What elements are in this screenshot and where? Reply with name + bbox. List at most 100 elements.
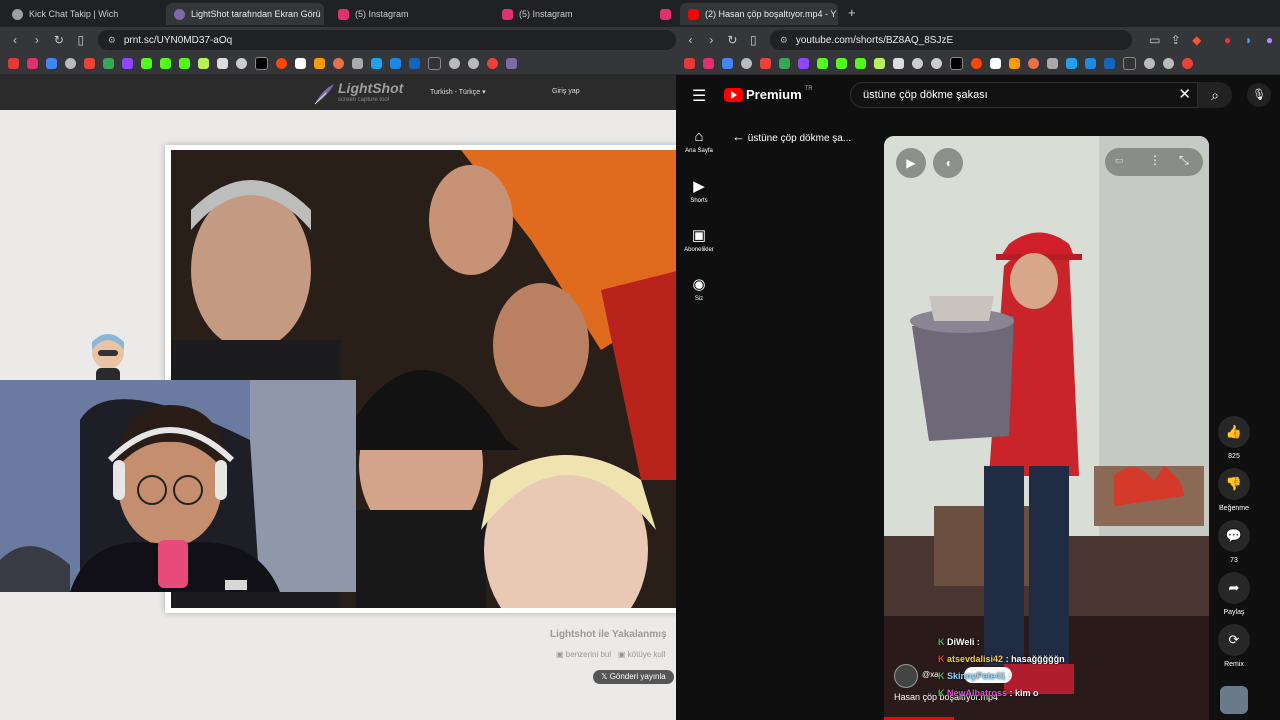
bookmark-icon[interactable] <box>409 58 420 69</box>
extension-icon[interactable]: ◗ <box>1238 33 1259 47</box>
globe-bookmark-icon[interactable] <box>449 58 460 69</box>
x-bookmark-icon[interactable] <box>950 57 963 70</box>
bookmark-icon[interactable] <box>1182 58 1193 69</box>
bookmark-icon[interactable] <box>352 58 363 69</box>
tab-youtube[interactable]: (2) Hasan çöp boşaltıyor.mp4 - Y ✕ <box>680 3 838 25</box>
site-info-icon[interactable]: ⚙ <box>780 35 788 46</box>
anchor-bookmark-icon[interactable] <box>217 58 228 69</box>
tab-instagram-2[interactable]: (5) Instagram <box>494 3 654 25</box>
reload-icon[interactable]: ↻ <box>48 33 70 47</box>
kick-chat-bookmark-icon[interactable] <box>1123 57 1136 70</box>
bookmark-icon[interactable] <box>912 58 923 69</box>
forward-icon[interactable]: › <box>701 33 722 47</box>
kick-bookmark-icon[interactable] <box>836 58 847 69</box>
channel-avatar[interactable] <box>894 664 918 688</box>
clear-search-icon[interactable]: ✕ <box>1178 85 1191 103</box>
share-icon[interactable]: ⇪ <box>1165 33 1186 47</box>
bookmark-icon[interactable]: ▯ <box>70 33 92 47</box>
kick-bookmark-icon[interactable] <box>141 58 152 69</box>
back-to-search[interactable]: ← üstüne çöp dökme şa... <box>732 129 851 144</box>
sidebar-item-you[interactable]: ◉ Siz <box>676 275 722 302</box>
channel-handle[interactable]: @xa <box>922 670 939 679</box>
remix-button[interactable]: ⟳ Remix <box>1216 624 1252 668</box>
dislike-button[interactable]: 👎 Beğenme <box>1216 468 1252 512</box>
bookmark-icon[interactable] <box>198 58 209 69</box>
find-similar-link[interactable]: benzerini bul <box>566 650 611 659</box>
translate-bookmark-icon[interactable] <box>46 58 57 69</box>
bookmark-icon[interactable] <box>506 58 517 69</box>
bookmark-icon[interactable] <box>1085 58 1096 69</box>
bookmark-icon[interactable] <box>295 58 306 69</box>
tab-kick-chat[interactable]: Kick Chat Takip | Wich <box>4 3 164 25</box>
hamburger-menu-icon[interactable]: ☰ <box>692 86 706 106</box>
mute-button[interactable]: ◖ <box>933 148 963 178</box>
bookmark-icon[interactable] <box>390 58 401 69</box>
twitch-bookmark-icon[interactable] <box>798 58 809 69</box>
play-button[interactable]: ▶ <box>896 148 926 178</box>
sidebar-item-home[interactable]: ⌂ Ana Sayfa <box>676 128 722 154</box>
reddit-bookmark-icon[interactable] <box>276 58 287 69</box>
tab-instagram-3[interactable] <box>656 3 676 25</box>
sidebar-item-shorts[interactable]: ▶ Shorts <box>676 177 722 204</box>
more-options-icon[interactable]: ⋮ <box>1149 153 1161 167</box>
amazon-bookmark-icon[interactable] <box>314 58 325 69</box>
new-tab-button[interactable]: + <box>848 5 856 20</box>
bookmark-icon[interactable] <box>371 58 382 69</box>
back-icon[interactable]: ‹ <box>680 33 701 47</box>
address-bar[interactable]: ⚙ youtube.com/shorts/BZ8AQ_8SJzE <box>769 30 1133 50</box>
back-icon[interactable]: ‹ <box>4 33 26 47</box>
bookmark-icon[interactable] <box>1066 58 1077 69</box>
extension-icon[interactable]: ● <box>1217 33 1238 47</box>
brave-shield-icon[interactable]: ◆ <box>1186 33 1207 47</box>
search-button[interactable]: ⌕ <box>1198 82 1232 108</box>
lightshot-logo[interactable]: LightShot screen capture tool <box>312 80 422 106</box>
bookmark-icon[interactable] <box>236 58 247 69</box>
report-link[interactable]: kötüye kull <box>628 650 666 659</box>
tab-lightshot[interactable]: LightShot tarafından Ekran Görü ✕ <box>166 3 324 25</box>
sound-thumbnail[interactable] <box>1220 686 1248 714</box>
voice-search-button[interactable]: 🎙 <box>1247 83 1271 107</box>
kick-bookmark-icon[interactable] <box>160 58 171 69</box>
captions-icon[interactable]: ▭ <box>1115 155 1124 166</box>
bookmark-icon[interactable] <box>1047 58 1058 69</box>
forward-icon[interactable]: › <box>26 33 48 47</box>
kick-bookmark-icon[interactable] <box>817 58 828 69</box>
comments-button[interactable]: 💬 73 <box>1216 520 1252 564</box>
kick-chat-bookmark-icon[interactable] <box>428 57 441 70</box>
drive-bookmark-icon[interactable] <box>779 58 790 69</box>
globe-bookmark-icon[interactable] <box>1144 58 1155 69</box>
tab-instagram-1[interactable]: (5) Instagram <box>330 3 490 25</box>
bookmark-icon[interactable] <box>1028 58 1039 69</box>
translate-bookmark-icon[interactable] <box>722 58 733 69</box>
youtube-bookmark-icon[interactable] <box>8 58 19 69</box>
globe-bookmark-icon[interactable] <box>468 58 479 69</box>
reload-icon[interactable]: ↻ <box>722 33 743 47</box>
amazon-bookmark-icon[interactable] <box>1009 58 1020 69</box>
address-bar[interactable]: ⚙ prnt.sc/UYN0MD37-aOq <box>97 30 676 50</box>
bookmark-icon[interactable] <box>333 58 344 69</box>
kick-bookmark-icon[interactable] <box>855 58 866 69</box>
gmail-bookmark-icon[interactable] <box>760 58 771 69</box>
login-link[interactable]: Giriş yap <box>552 88 580 95</box>
bookmark-icon[interactable] <box>931 58 942 69</box>
search-input[interactable]: üstüne çöp dökme şakası ✕ <box>850 82 1198 108</box>
sidebar-item-subscriptions[interactable]: ▣ Abonelikler <box>676 226 722 253</box>
drive-bookmark-icon[interactable] <box>103 58 114 69</box>
bookmark-icon[interactable] <box>874 58 885 69</box>
post-tweet-button[interactable]: 𝕏 Gönderi yayınla <box>593 670 674 684</box>
language-selector[interactable]: Turkish - Türkçe ▾ <box>430 88 486 96</box>
cast-icon[interactable]: ▭ <box>1144 33 1165 47</box>
bookmark-icon[interactable] <box>487 58 498 69</box>
globe-bookmark-icon[interactable] <box>741 58 752 69</box>
instagram-bookmark-icon[interactable] <box>27 58 38 69</box>
bookmark-icon[interactable]: ▯ <box>743 33 764 47</box>
gmail-bookmark-icon[interactable] <box>84 58 95 69</box>
like-button[interactable]: 👍 825 <box>1216 416 1252 460</box>
bookmark-icon[interactable] <box>1104 58 1115 69</box>
reddit-bookmark-icon[interactable] <box>971 58 982 69</box>
globe-bookmark-icon[interactable] <box>65 58 76 69</box>
extension-icon[interactable]: ● <box>1259 33 1280 47</box>
shorts-video-player[interactable]: ▶ ◖ ▭ ⋮ ⤡ @xa Hasan çöp boşaltıyor.mp4 <box>884 136 1209 720</box>
bookmark-icon[interactable] <box>990 58 1001 69</box>
youtube-premium-logo[interactable]: Premium TR <box>724 86 813 102</box>
